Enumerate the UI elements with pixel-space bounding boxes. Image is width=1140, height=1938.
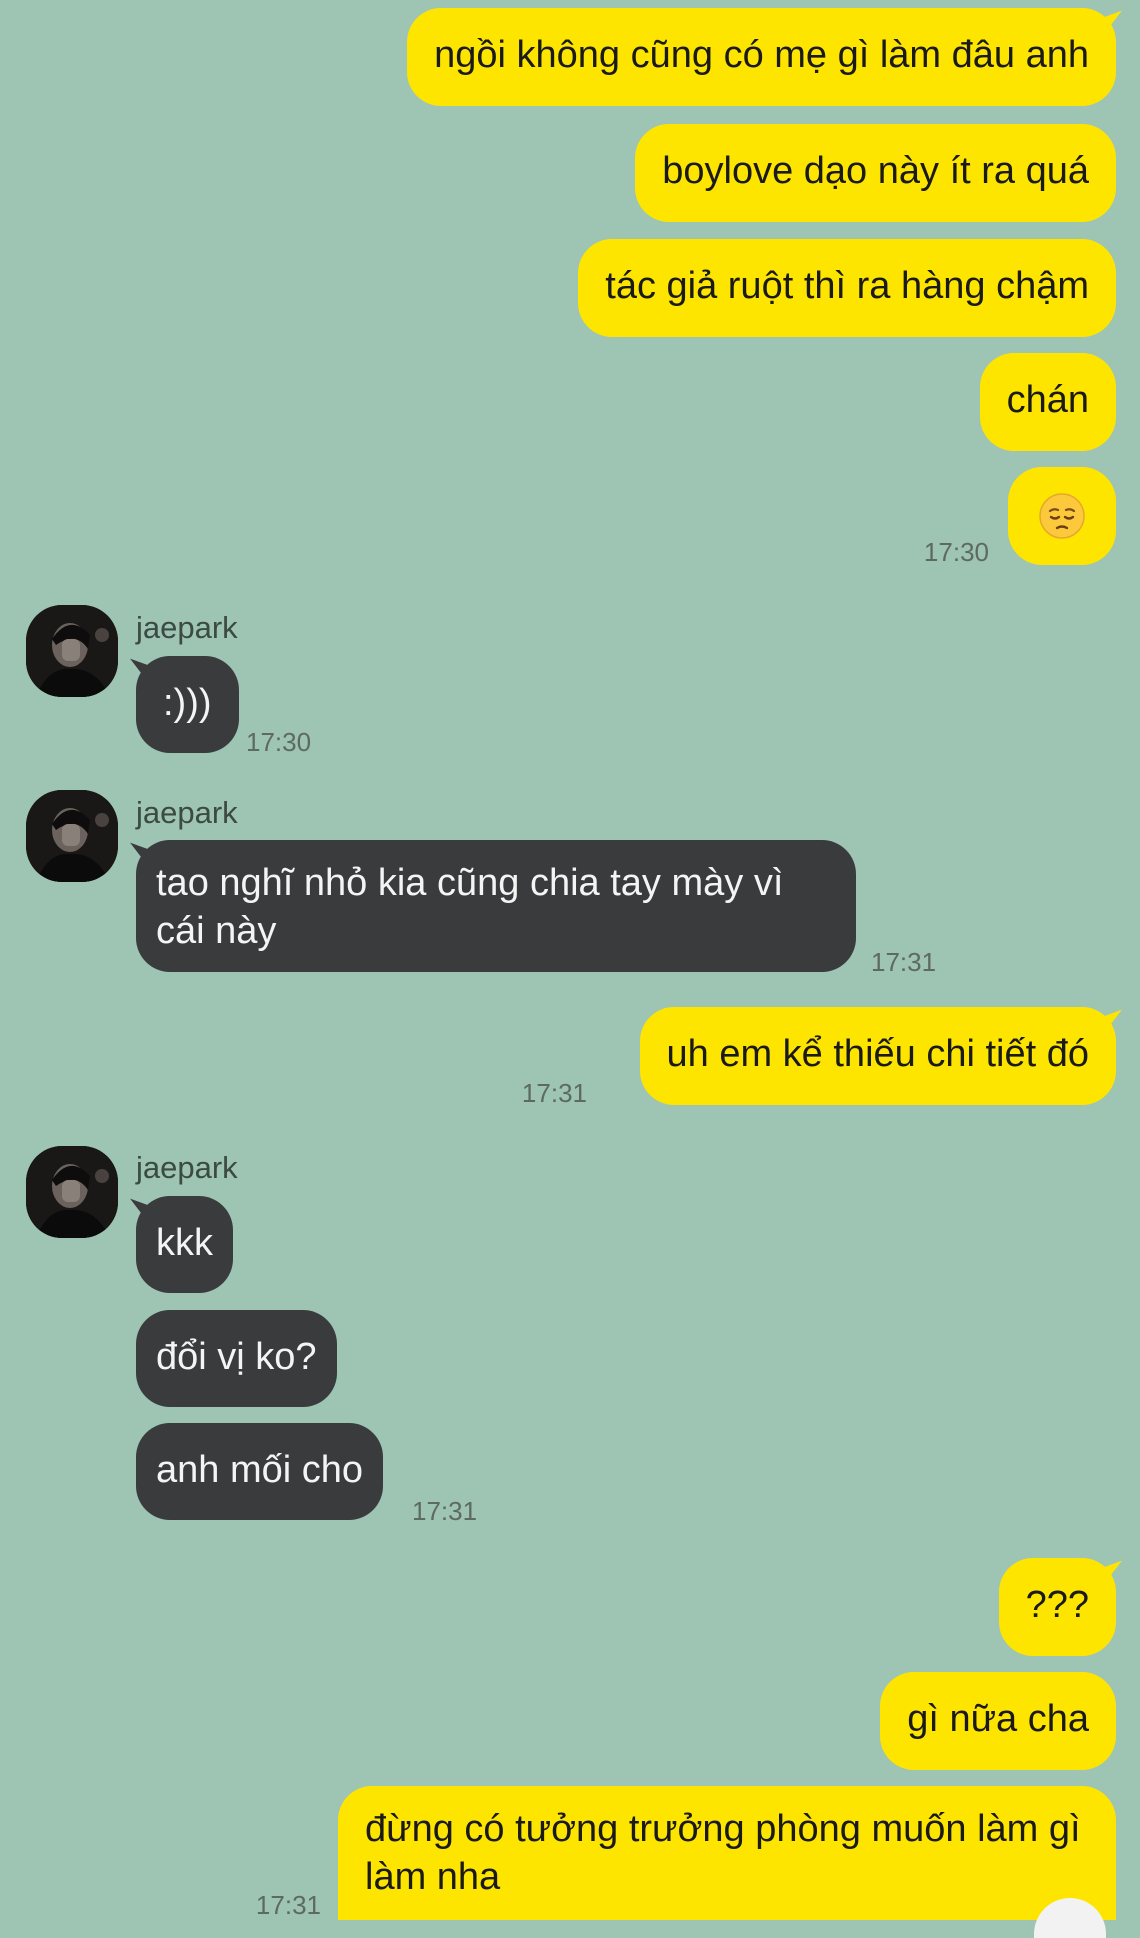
message-text: ??? [1025,1584,1089,1626]
chat-room[interactable]: ngồi không cũng có mẹ gì làm đâu anh boy… [0,0,1140,1938]
message-text: ngồi không cũng có mẹ gì làm đâu anh [434,34,1089,76]
message-timestamp: 17:31 [412,1496,478,1526]
message-text: tao nghĩ nhỏ kia cũng chia tay mày vì cá… [156,862,784,952]
contact-avatar[interactable] [26,1146,118,1238]
outgoing-message[interactable]: tác giả ruột thì ra hàng chậm [578,239,1116,337]
sender-name: jaepark [136,795,238,830]
incoming-message[interactable]: đổi vị ko? [136,1310,337,1407]
message-text: gì nữa cha [907,1698,1089,1740]
message-text: đừng có tưởng trưởng phòng muốn làm gì l… [365,1808,1081,1898]
outgoing-message[interactable]: boylove dạo này ít ra quá [635,124,1116,222]
sender-name: jaepark [136,610,238,645]
contact-avatar[interactable] [26,790,118,882]
outgoing-message[interactable]: ngồi không cũng có mẹ gì làm đâu anh [407,8,1116,106]
message-timestamp: 17:30 [246,727,312,757]
message-text: tác giả ruột thì ra hàng chậm [605,265,1089,307]
outgoing-message[interactable]: ??? [998,1558,1116,1656]
sender-name: jaepark [136,1150,238,1185]
outgoing-emoji-message[interactable] [1008,467,1116,565]
pensive-face-icon [1039,493,1085,539]
message-text: :))) [163,682,212,724]
outgoing-message[interactable]: uh em kể thiếu chi tiết đó [639,1007,1116,1105]
message-text: anh mối cho [156,1449,364,1491]
message-text: kkk [156,1222,213,1264]
profile-photo-icon [26,605,118,697]
message-timestamp: 17:31 [255,1890,321,1920]
message-text: uh em kể thiếu chi tiết đó [666,1033,1089,1075]
message-text: chán [1006,379,1089,421]
contact-avatar[interactable] [26,605,118,697]
profile-photo-icon [26,790,118,882]
incoming-message[interactable]: kkk [136,1196,233,1293]
message-timestamp: 17:30 [923,537,989,567]
message-text: boylove dạo này ít ra quá [662,150,1089,192]
message-timestamp: 17:31 [521,1078,587,1108]
message-text: đổi vị ko? [156,1336,317,1378]
incoming-message[interactable]: :))) [136,656,239,753]
profile-photo-icon [26,1146,118,1238]
incoming-message[interactable]: tao nghĩ nhỏ kia cũng chia tay mày vì cá… [136,840,856,972]
outgoing-message[interactable]: đừng có tưởng trưởng phòng muốn làm gì l… [338,1786,1116,1920]
outgoing-message[interactable]: gì nữa cha [880,1672,1116,1770]
incoming-message[interactable]: anh mối cho [136,1423,384,1520]
outgoing-message[interactable]: chán [979,353,1116,451]
message-timestamp: 17:31 [871,947,937,977]
